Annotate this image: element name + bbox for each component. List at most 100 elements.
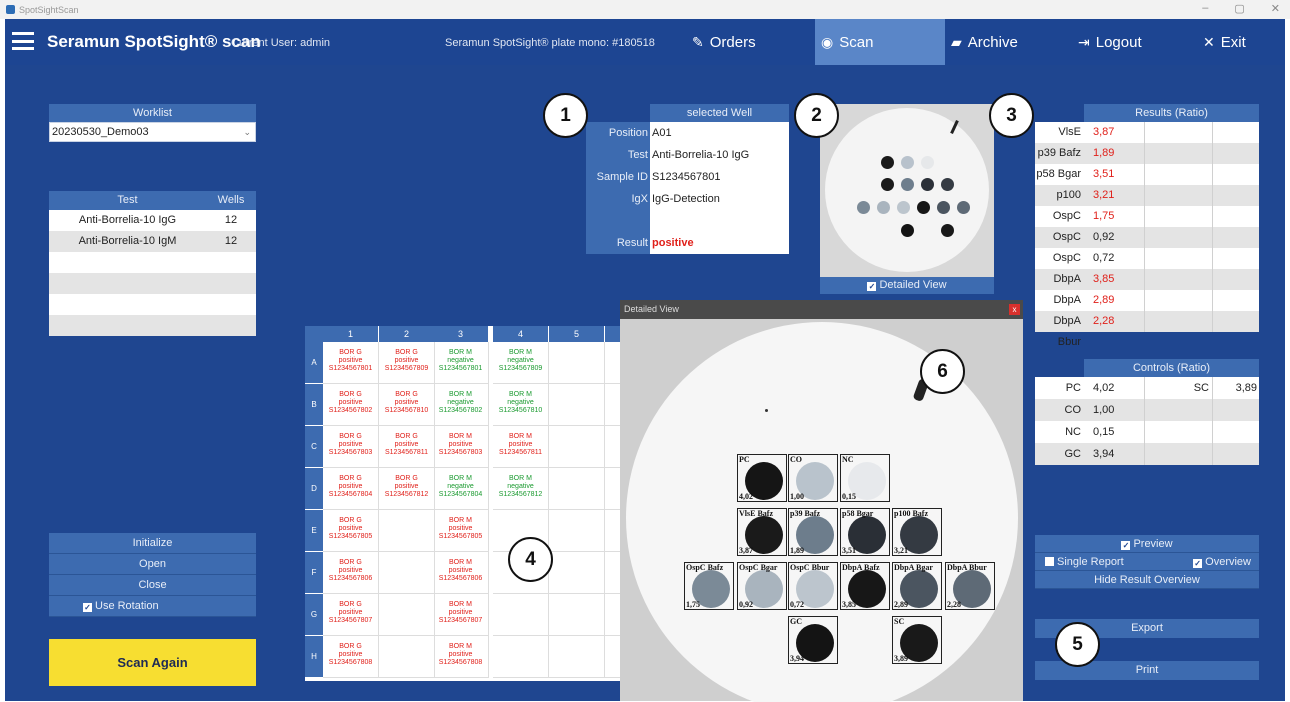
spot-cell[interactable]: p58 Bgar 3,51 bbox=[840, 508, 890, 556]
hide-result-overview-button[interactable]: Hide Result Overview bbox=[1035, 571, 1259, 589]
plate-well[interactable]: BOR Gpositive S1234567802 bbox=[323, 384, 379, 426]
test-table-row[interactable]: Anti-Borrelia-10 IgM 12 bbox=[49, 231, 256, 252]
spot-cell[interactable]: GC 3,94 bbox=[788, 616, 838, 664]
test-table-row[interactable] bbox=[49, 252, 256, 273]
spot-cell[interactable]: p100 Bafz 3,21 bbox=[892, 508, 942, 556]
plate-well[interactable] bbox=[549, 384, 605, 426]
plate-well[interactable]: BOR Mpositive S1234567807 bbox=[433, 594, 489, 636]
app-icon bbox=[6, 5, 15, 14]
well-result: positive bbox=[338, 357, 363, 364]
plate-well[interactable]: BOR Mpositive S1234567806 bbox=[433, 552, 489, 594]
marker-line bbox=[950, 120, 959, 134]
plate-well[interactable]: BOR Gpositive S1234567805 bbox=[323, 510, 379, 552]
well-result: negative bbox=[507, 399, 534, 406]
plate-well[interactable] bbox=[549, 342, 605, 384]
plate-well[interactable]: BOR Mpositive S1234567805 bbox=[433, 510, 489, 552]
plate-well[interactable]: BOR Mnegative S1234567812 bbox=[493, 468, 549, 510]
results-panel: Results (Ratio) VlsE Bafz3,87p39 Bafz1,8… bbox=[1035, 104, 1259, 348]
test-table-row[interactable] bbox=[49, 315, 256, 336]
plate-well[interactable] bbox=[379, 636, 435, 678]
spot-cell[interactable]: VlsE Bafz 3,87 bbox=[737, 508, 787, 556]
plate-well[interactable] bbox=[379, 594, 435, 636]
close-button[interactable]: Close bbox=[49, 575, 256, 596]
well-thumbnail-image[interactable] bbox=[820, 104, 994, 294]
plate-well[interactable]: BOR Gpositive S1234567807 bbox=[323, 594, 379, 636]
worklist-select[interactable]: 20230530_Demo03 ⌄ bbox=[49, 122, 256, 142]
maximize-icon[interactable]: ▢ bbox=[1234, 2, 1244, 15]
plate-well[interactable]: BOR Mnegative S1234567801 bbox=[433, 342, 489, 384]
result-extra bbox=[1144, 185, 1212, 206]
nav-logout[interactable]: ⇥ Logout bbox=[1078, 19, 1188, 65]
test-table-row[interactable] bbox=[49, 294, 256, 315]
spot-cell[interactable]: DbpA Bafz 3,85 bbox=[840, 562, 890, 610]
spot-cell[interactable]: SC 3,89 bbox=[892, 616, 942, 664]
open-button[interactable]: Open bbox=[49, 554, 256, 575]
plate-well[interactable]: BOR Gpositive S1234567806 bbox=[323, 552, 379, 594]
plate-well[interactable]: BOR Gpositive S1234567809 bbox=[379, 342, 435, 384]
well-sample-id: S1234567807 bbox=[328, 617, 373, 624]
well-sample-id: S1234567810 bbox=[498, 407, 543, 414]
scan-again-button[interactable]: Scan Again bbox=[49, 639, 256, 686]
minimize-icon[interactable]: – bbox=[1202, 2, 1208, 15]
single-report-checkbox[interactable]: Single Report bbox=[1045, 553, 1124, 570]
use-rotation-checkbox[interactable]: ✓ Use Rotation bbox=[49, 596, 256, 617]
nav-exit[interactable]: ✕ Exit bbox=[1203, 19, 1273, 65]
spot-cell[interactable]: OspC Bafz 1,75 bbox=[684, 562, 734, 610]
plate-well[interactable]: BOR Mpositive S1234567803 bbox=[433, 426, 489, 468]
plate-well[interactable] bbox=[549, 636, 605, 678]
spot-cell[interactable]: DbpA Bgar 2,89 bbox=[892, 562, 942, 610]
test-table-row[interactable]: Anti-Borrelia-10 IgG 12 bbox=[49, 210, 256, 231]
plate-well[interactable]: BOR Mpositive S1234567811 bbox=[493, 426, 549, 468]
plate-well[interactable] bbox=[549, 552, 605, 594]
initialize-button[interactable]: Initialize bbox=[49, 533, 256, 554]
spot-label: p100 Bafz bbox=[894, 509, 928, 518]
spot-cell[interactable]: OspC Bgar 0,92 bbox=[737, 562, 787, 610]
spot-cell[interactable]: OspC Bbur 0,72 bbox=[788, 562, 838, 610]
spot-cell[interactable]: CO 1,00 bbox=[788, 454, 838, 502]
plate-well[interactable]: BOR Gpositive S1234567803 bbox=[323, 426, 379, 468]
plate-row-header: F bbox=[305, 552, 323, 593]
spot-cell[interactable]: PC 4,02 bbox=[737, 454, 787, 502]
plate-well[interactable]: BOR Gpositive S1234567811 bbox=[379, 426, 435, 468]
overview-checkbox[interactable]: ✓ Overview bbox=[1193, 553, 1251, 570]
well-sample-id: S1234567807 bbox=[438, 617, 483, 624]
igx-label: IgX bbox=[586, 188, 650, 210]
plate-well[interactable]: BOR Mpositive S1234567808 bbox=[433, 636, 489, 678]
close-window-icon[interactable]: ✕ bbox=[1271, 2, 1280, 15]
nav-orders[interactable]: ✎ Orders bbox=[692, 19, 812, 65]
preview-checkbox[interactable]: ✓ Preview bbox=[1035, 535, 1259, 553]
plate-well[interactable]: BOR Gpositive S1234567810 bbox=[379, 384, 435, 426]
plate-well[interactable]: BOR Mnegative S1234567802 bbox=[433, 384, 489, 426]
close-icon[interactable]: x bbox=[1009, 304, 1020, 315]
detailed-view-toggle[interactable]: ✓ Detailed View bbox=[820, 277, 994, 294]
spot-cell[interactable]: p39 Bafz 1,89 bbox=[788, 508, 838, 556]
plate-well[interactable]: BOR Gpositive S1234567812 bbox=[379, 468, 435, 510]
plate-well[interactable]: BOR Gpositive S1234567801 bbox=[323, 342, 379, 384]
controls-panel: Controls (Ratio) PC 4,02 SC 3,89 CO 1,00 NC 0,1… bbox=[1035, 359, 1259, 465]
plate-well[interactable] bbox=[379, 510, 435, 552]
well-result: negative bbox=[447, 483, 474, 490]
result-extra bbox=[1144, 290, 1212, 311]
plate-well[interactable] bbox=[549, 468, 605, 510]
plate-well[interactable]: BOR Mnegative S1234567809 bbox=[493, 342, 549, 384]
plate-well[interactable] bbox=[493, 636, 549, 678]
spot-cell[interactable]: NC 0,15 bbox=[840, 454, 890, 502]
nav-scan[interactable]: ◉ Scan bbox=[815, 19, 945, 65]
test-table-row[interactable] bbox=[49, 273, 256, 294]
plate-well[interactable] bbox=[379, 552, 435, 594]
use-rotation-label: Use Rotation bbox=[95, 600, 159, 612]
plate-well[interactable] bbox=[493, 594, 549, 636]
spot-cell[interactable]: DbpA Bbur 2,28 bbox=[945, 562, 995, 610]
hamburger-menu-icon[interactable] bbox=[12, 32, 34, 50]
test-name bbox=[49, 315, 206, 336]
plate-well[interactable]: BOR Mnegative S1234567804 bbox=[433, 468, 489, 510]
plate-well[interactable] bbox=[549, 510, 605, 552]
nav-archive[interactable]: ▰ Archive bbox=[951, 19, 1071, 65]
plate-well[interactable]: BOR Gpositive S1234567804 bbox=[323, 468, 379, 510]
test-wells: 12 bbox=[224, 235, 238, 247]
control-value: 4,02 bbox=[1093, 382, 1115, 394]
plate-well[interactable] bbox=[549, 426, 605, 468]
plate-well[interactable]: BOR Mnegative S1234567810 bbox=[493, 384, 549, 426]
plate-well[interactable] bbox=[549, 594, 605, 636]
plate-well[interactable]: BOR Gpositive S1234567808 bbox=[323, 636, 379, 678]
